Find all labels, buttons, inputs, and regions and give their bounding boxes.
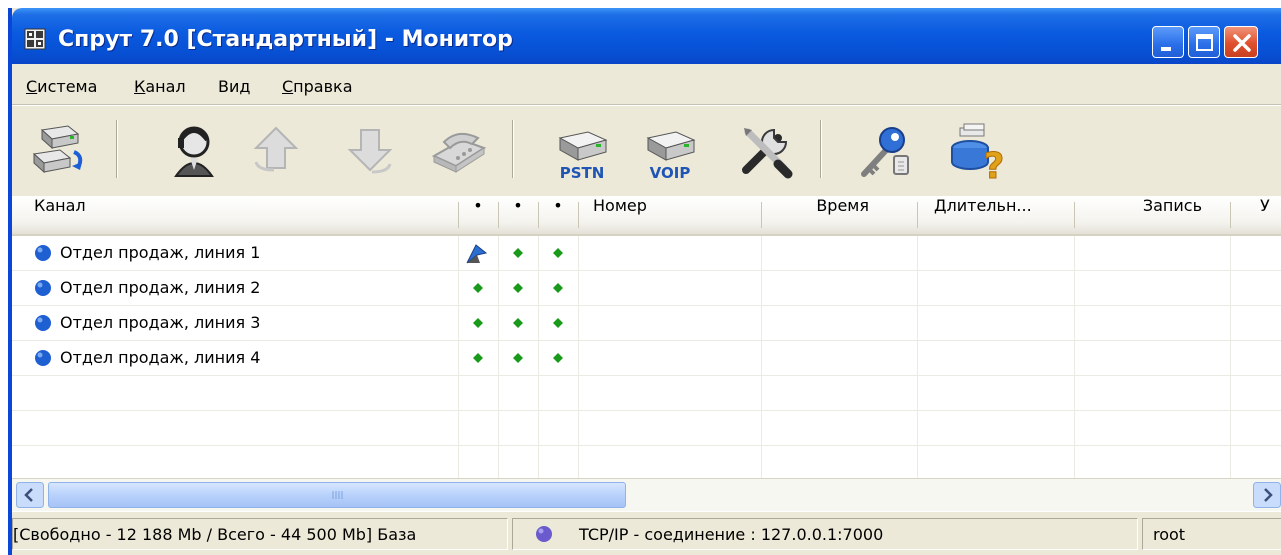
menu-bar: Система Канал Вид Справка [12, 64, 1281, 105]
maximize-button[interactable] [1188, 26, 1220, 58]
column-divider[interactable] [578, 202, 579, 228]
menu-channel[interactable]: Канал [134, 77, 186, 96]
green-dot-icon [513, 283, 523, 293]
window-title: Спрут 7.0 [Стандартный] - Монитор [58, 27, 513, 52]
scroll-left-button[interactable] [16, 482, 44, 508]
column-header-record[interactable]: Запись [1074, 196, 1202, 234]
column-header-user[interactable]: У [1260, 196, 1281, 234]
scroll-right-button[interactable] [1253, 482, 1281, 508]
telephone-icon[interactable] [426, 118, 490, 182]
horizontal-scrollbar[interactable] [12, 478, 1281, 511]
menu-help[interactable]: Справка [282, 77, 353, 96]
channel-table: Канал • • • Номер Время Длительн... Запи… [12, 196, 1281, 478]
status-disk-panel: [Свободно - 12 188 Mb / Всего - 44 500 M… [12, 518, 508, 550]
column-header-time[interactable]: Время [761, 196, 869, 234]
voip-label: VOIP [650, 164, 691, 182]
green-dot-icon [473, 353, 483, 363]
green-dot-icon [513, 318, 523, 328]
menu-help-label: правка [293, 77, 353, 96]
arrow-down-icon[interactable] [338, 118, 402, 182]
green-dot-icon [553, 248, 563, 258]
channel-name: Отдел продаж, линия 3 [60, 313, 261, 332]
flag-icon [466, 244, 488, 264]
status-dot-icon [35, 350, 51, 366]
column-divider[interactable] [1230, 202, 1231, 228]
column-divider[interactable] [917, 202, 918, 228]
operator-headset-icon[interactable] [162, 118, 226, 182]
column-header-duration[interactable]: Длительн... [934, 196, 1074, 234]
voip-device-icon[interactable]: VOIP [638, 118, 702, 182]
green-dot-icon [553, 318, 563, 328]
column-header-indicator-1[interactable]: • [458, 196, 498, 234]
table-row-empty [12, 376, 1281, 411]
minimize-icon [1161, 47, 1171, 51]
green-dot-icon [473, 318, 483, 328]
maximize-icon [1196, 34, 1213, 51]
menu-channel-hotkey: К [134, 77, 146, 96]
green-dot-icon [553, 353, 563, 363]
close-button[interactable] [1224, 26, 1258, 58]
pstn-label: PSTN [560, 164, 605, 182]
status-bar: [Свободно - 12 188 Mb / Всего - 44 500 M… [12, 511, 1281, 555]
green-dot-icon [513, 353, 523, 363]
status-dot-icon [35, 315, 51, 331]
status-user-panel: root [1142, 518, 1281, 550]
toolbar-separator [116, 120, 118, 178]
status-disk-text: [Свободно - 12 188 Mb / Всего - 44 500 M… [13, 525, 417, 544]
status-dot-icon [35, 280, 51, 296]
table-header: Канал • • • Номер Время Длительн... Запи… [12, 196, 1281, 236]
scroll-thumb[interactable] [48, 482, 626, 508]
channel-refresh-icon[interactable] [28, 118, 92, 182]
column-header-indicator-3[interactable]: • [538, 196, 578, 234]
pstn-device-icon[interactable]: PSTN [550, 118, 614, 182]
grip-icon [332, 491, 343, 499]
toolbar: PSTN VOIP ? [12, 105, 1281, 197]
channel-name: Отдел продаж, линия 4 [60, 348, 261, 367]
menu-view-label: Вид [218, 77, 251, 96]
menu-view[interactable]: Вид [218, 77, 250, 96]
grid-app-icon [24, 28, 46, 50]
app-window: Спрут 7.0 [Стандартный] - Монитор Систем… [8, 8, 1281, 555]
table-row-empty [12, 411, 1281, 446]
table-row[interactable]: Отдел продаж, линия 1 [12, 236, 1281, 271]
green-dot-icon [473, 283, 483, 293]
table-row-empty [12, 446, 1281, 478]
tools-icon[interactable] [734, 118, 798, 182]
title-bar[interactable]: Спрут 7.0 [Стандартный] - Монитор [12, 8, 1281, 64]
menu-help-hotkey: С [282, 77, 294, 96]
channel-name: Отдел продаж, линия 1 [60, 243, 261, 262]
keys-icon[interactable] [848, 118, 912, 182]
status-user-text: root [1153, 525, 1186, 544]
green-dot-icon [553, 283, 563, 293]
menu-system-hotkey: С [26, 77, 38, 96]
status-dot-icon [35, 245, 51, 261]
green-dot-icon [513, 248, 523, 258]
menu-system[interactable]: Система [26, 77, 97, 96]
channel-name: Отдел продаж, линия 2 [60, 278, 261, 297]
arrow-up-icon[interactable] [244, 118, 308, 182]
status-connection-panel: TCP/IP - соединение : 127.0.0.1:7000 [512, 518, 1138, 550]
minimize-button[interactable] [1152, 26, 1184, 58]
connection-status-icon [536, 526, 552, 542]
svg-text:?: ? [984, 146, 1005, 182]
menu-system-label: истема [37, 77, 98, 96]
close-icon [1233, 34, 1251, 52]
table-row[interactable]: Отдел продаж, линия 4 [12, 341, 1281, 376]
toolbar-separator [512, 120, 514, 178]
column-header-number[interactable]: Номер [593, 196, 753, 234]
help-database-icon[interactable]: ? [944, 118, 1008, 182]
column-header-indicator-2[interactable]: • [498, 196, 538, 234]
menu-channel-label: анал [145, 77, 186, 96]
toolbar-separator [820, 120, 822, 178]
table-row[interactable]: Отдел продаж, линия 3 [12, 306, 1281, 341]
status-connection-text: TCP/IP - соединение : 127.0.0.1:7000 [579, 525, 884, 544]
column-header-channel[interactable]: Канал [34, 196, 454, 234]
table-row[interactable]: Отдел продаж, линия 2 [12, 271, 1281, 306]
